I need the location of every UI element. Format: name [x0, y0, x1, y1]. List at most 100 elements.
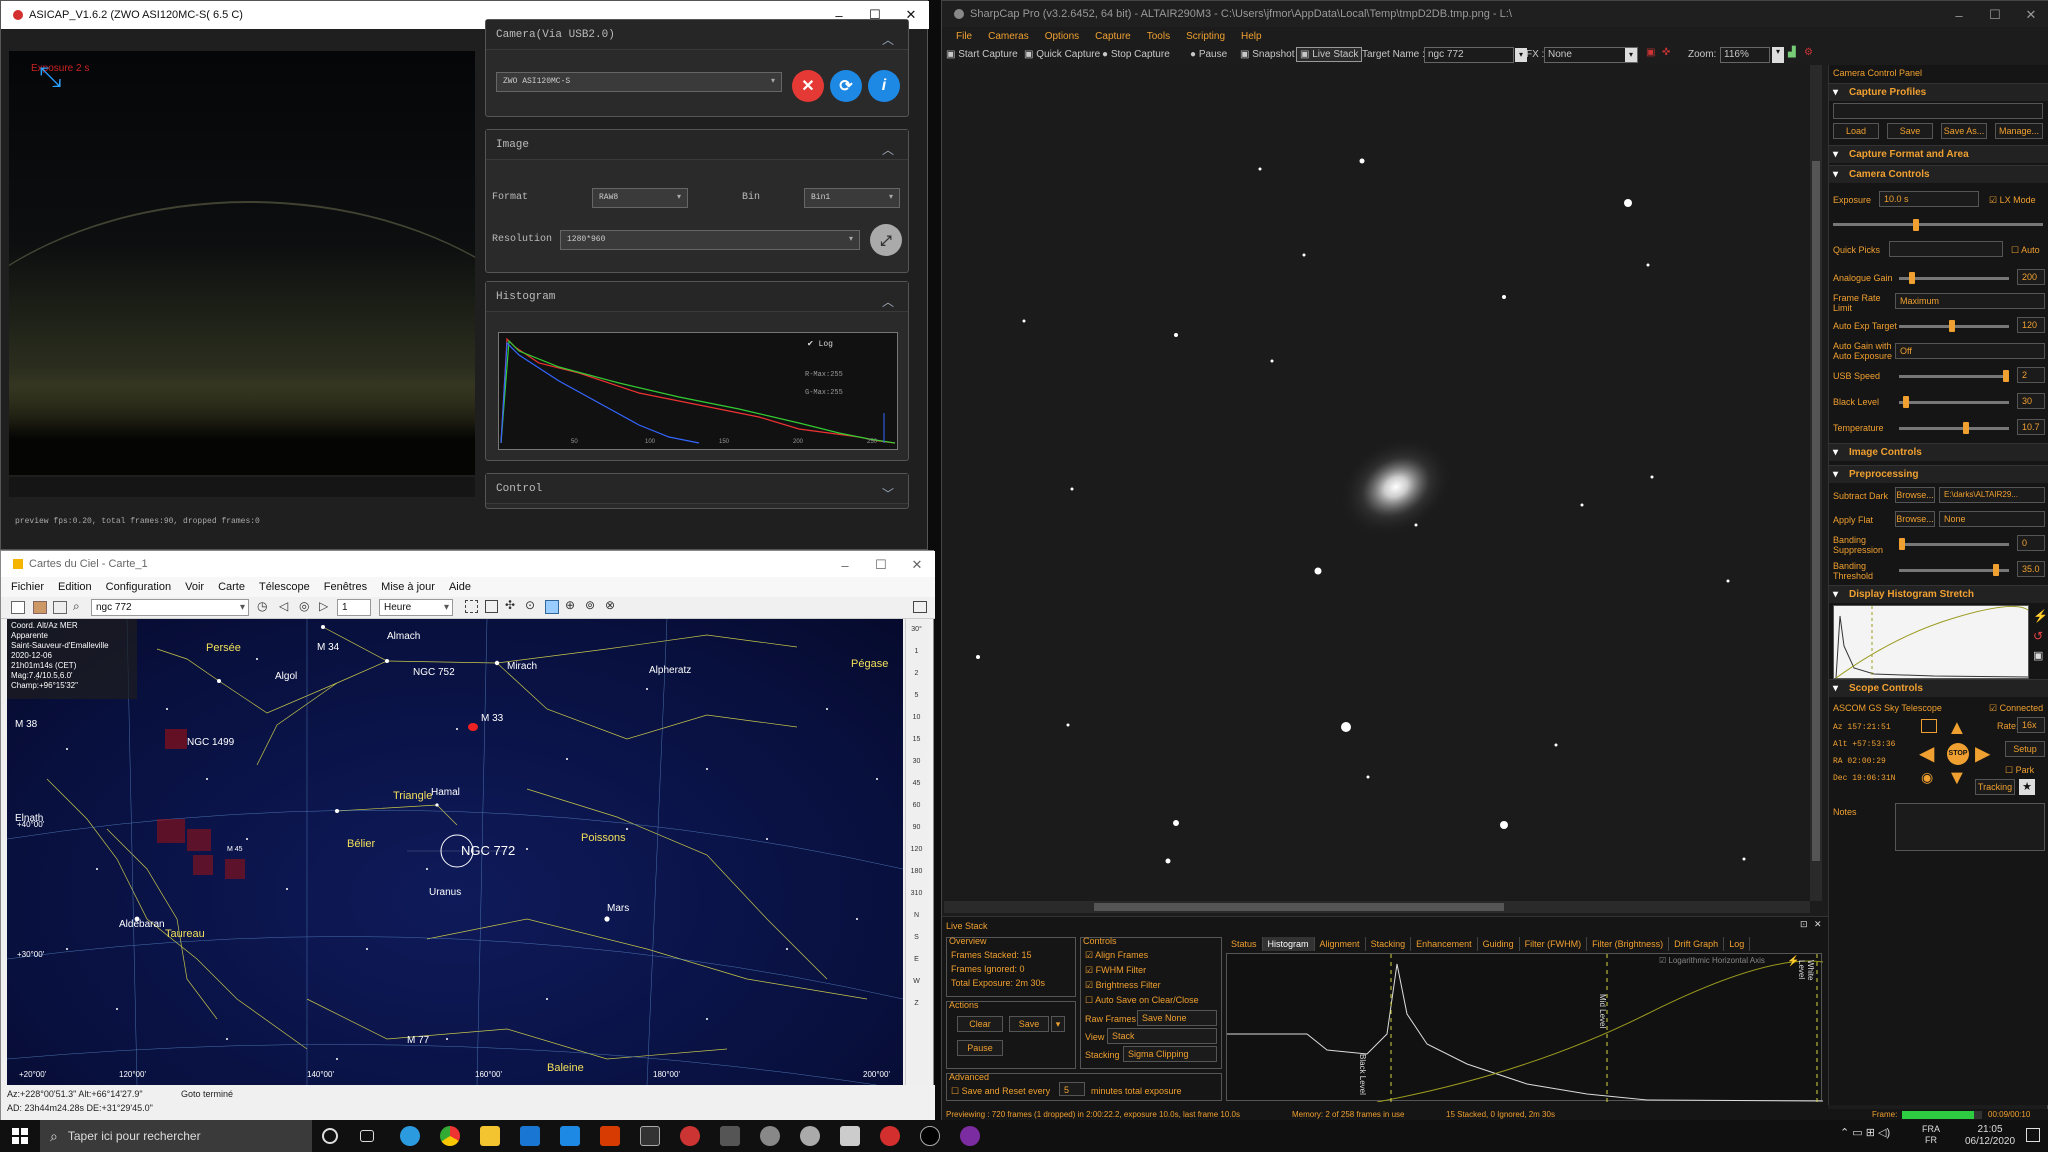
- rotate-icon[interactable]: ⊙: [525, 598, 535, 612]
- section-scope-controls[interactable]: Scope Controls: [1829, 679, 2048, 697]
- tab-guiding[interactable]: Guiding: [1478, 937, 1520, 951]
- menu-fenetres[interactable]: Fenêtres: [324, 581, 367, 593]
- cortana-icon[interactable]: [322, 1128, 338, 1144]
- usb-speed-slider[interactable]: [1899, 375, 2009, 378]
- language-indicator[interactable]: FRA FR: [1922, 1124, 1940, 1146]
- clock-icon[interactable]: ◷: [257, 599, 267, 613]
- stacking-select[interactable]: Sigma Clipping: [1123, 1046, 1217, 1062]
- menu-help[interactable]: Help: [1241, 31, 1262, 42]
- stretch-save-icon[interactable]: ▣: [2033, 649, 2043, 662]
- histogram-auto-icon[interactable]: ⚡: [1787, 956, 1799, 967]
- chrome-icon[interactable]: [440, 1126, 460, 1146]
- asicap-preview[interactable]: Exposure 2 s ⤡: [9, 51, 475, 475]
- mail-icon[interactable]: [560, 1126, 580, 1146]
- target-name-input[interactable]: ngc 772 ▾: [1424, 47, 1527, 63]
- auto-exp-thumb[interactable]: [1949, 320, 1955, 332]
- menu-aide[interactable]: Aide: [449, 581, 471, 593]
- auto-checkbox[interactable]: ☐ Auto: [2011, 245, 2040, 255]
- tab-stacking[interactable]: Stacking: [1366, 937, 1412, 951]
- fwhm-checkbox[interactable]: ☑ FWHM Filter: [1085, 965, 1146, 976]
- profile-manage-button[interactable]: Manage...: [1995, 123, 2043, 139]
- banding-suppression-thumb[interactable]: [1899, 538, 1905, 550]
- view-zenith[interactable]: Z: [906, 993, 927, 1015]
- temperature-slider[interactable]: [1899, 427, 2009, 430]
- target-icon[interactable]: ◉: [1921, 769, 1933, 786]
- image-horizontal-scrollbar[interactable]: [944, 901, 1810, 913]
- reticle-icon[interactable]: ▣: [1646, 47, 1655, 58]
- analogue-gain-slider[interactable]: [1899, 277, 2009, 280]
- app-icon-14[interactable]: [920, 1126, 940, 1146]
- app-icon-11[interactable]: [800, 1126, 820, 1146]
- crosshair-icon[interactable]: ✜: [1662, 47, 1670, 58]
- view-south[interactable]: S: [906, 927, 927, 949]
- histogram-tool-icon[interactable]: ▟: [1788, 47, 1796, 58]
- analogue-gain-thumb[interactable]: [1909, 272, 1915, 284]
- menu-tools[interactable]: Tools: [1147, 31, 1170, 42]
- sky-chart[interactable]: Persée Triangle Bélier Poissons Pégase T…: [7, 619, 903, 1085]
- exposure-input[interactable]: 10.0 s: [1879, 191, 1979, 207]
- section-histogram-stretch[interactable]: Display Histogram Stretch: [1829, 585, 2048, 603]
- profile-save-button[interactable]: Save: [1887, 123, 1933, 139]
- close-button[interactable]: ✕: [2013, 1, 2048, 29]
- field-45[interactable]: 45: [906, 773, 927, 795]
- field-90[interactable]: 90: [906, 817, 927, 839]
- cursor-icon[interactable]: ✣: [505, 598, 515, 612]
- menu-mise-a-jour[interactable]: Mise à jour: [381, 581, 435, 593]
- start-capture-button[interactable]: ▣ Start Capture: [946, 49, 1018, 60]
- star-icon[interactable]: ★: [2019, 779, 2035, 795]
- taskbar-clock[interactable]: 21:05 06/12/2020: [1960, 1124, 2020, 1148]
- step-forward-icon[interactable]: ▷: [319, 599, 328, 613]
- capture-profile-select[interactable]: [1833, 103, 2043, 119]
- pause-button[interactable]: ● Pause: [1190, 49, 1227, 60]
- banding-threshold-input[interactable]: 35.0: [2017, 561, 2045, 577]
- temperature-thumb[interactable]: [1963, 422, 1969, 434]
- menu-carte[interactable]: Carte: [218, 581, 245, 593]
- view-select[interactable]: Stack: [1107, 1028, 1217, 1044]
- menu-edition[interactable]: Edition: [58, 581, 92, 593]
- clear-button[interactable]: Clear: [957, 1016, 1003, 1032]
- maximize-button[interactable]: ☐: [1977, 1, 2013, 29]
- park-checkbox[interactable]: ☐ Park: [2005, 765, 2034, 775]
- menu-fichier[interactable]: Fichier: [11, 581, 44, 593]
- zoom-rect-icon[interactable]: [465, 600, 478, 613]
- frame-rate-select[interactable]: Maximum: [1895, 293, 2045, 309]
- app-icon-9[interactable]: [720, 1126, 740, 1146]
- snapshot-button[interactable]: ▣ Snapshot: [1240, 49, 1295, 60]
- app-icon-7[interactable]: [640, 1126, 660, 1146]
- catalog-icon[interactable]: [33, 601, 47, 614]
- usb-speed-thumb[interactable]: [2003, 370, 2009, 382]
- exposure-slider-thumb[interactable]: [1913, 219, 1919, 231]
- lx-mode-checkbox[interactable]: ☑ LX Mode: [1989, 195, 2036, 205]
- slew-stop-button[interactable]: STOP: [1947, 743, 1969, 765]
- tab-log[interactable]: Log: [1724, 937, 1751, 951]
- flat-browse-button[interactable]: Browse...: [1895, 511, 1935, 527]
- menu-file[interactable]: File: [956, 31, 972, 42]
- tab-drift-graph[interactable]: Drift Graph: [1669, 937, 1725, 951]
- field-60[interactable]: 60: [906, 795, 927, 817]
- telescope-icon[interactable]: [545, 600, 559, 614]
- brightness-checkbox[interactable]: ☑ Brightness Filter: [1085, 980, 1161, 991]
- stack-histogram[interactable]: ☑ Logarithmic Horizontal Axis Black Leve…: [1226, 953, 1824, 1103]
- zoom-select[interactable]: 116%: [1720, 47, 1770, 63]
- panel-toggle-icon[interactable]: [913, 601, 927, 613]
- section-camera-controls[interactable]: Camera Controls: [1829, 165, 2048, 183]
- menu-telescope[interactable]: Télescope: [259, 581, 310, 593]
- tracking-button[interactable]: Tracking: [1975, 779, 2015, 795]
- tab-alignment[interactable]: Alignment: [1315, 937, 1366, 951]
- profile-load-button[interactable]: Load: [1833, 123, 1879, 139]
- field-5[interactable]: 5: [906, 685, 927, 707]
- refresh-button[interactable]: ⟳: [830, 70, 862, 102]
- screen-icon[interactable]: [1921, 719, 1937, 733]
- menu-configuration[interactable]: Configuration: [106, 581, 171, 593]
- pause-button[interactable]: Pause: [957, 1040, 1003, 1056]
- edge-icon[interactable]: [400, 1126, 420, 1146]
- slew-right-button[interactable]: ▶: [1975, 741, 1990, 766]
- control-panel-header[interactable]: Control ﹀: [486, 474, 908, 504]
- dark-browse-button[interactable]: Browse...: [1895, 487, 1935, 503]
- close-button[interactable]: ✕: [899, 551, 935, 579]
- field-10[interactable]: 10: [906, 707, 927, 729]
- section-capture-profiles[interactable]: Capture Profiles: [1829, 83, 2048, 101]
- sharpcap-taskbar-icon[interactable]: [960, 1126, 980, 1146]
- time-unit-select[interactable]: Heure ▾: [379, 599, 453, 616]
- field-120[interactable]: 120: [906, 839, 927, 861]
